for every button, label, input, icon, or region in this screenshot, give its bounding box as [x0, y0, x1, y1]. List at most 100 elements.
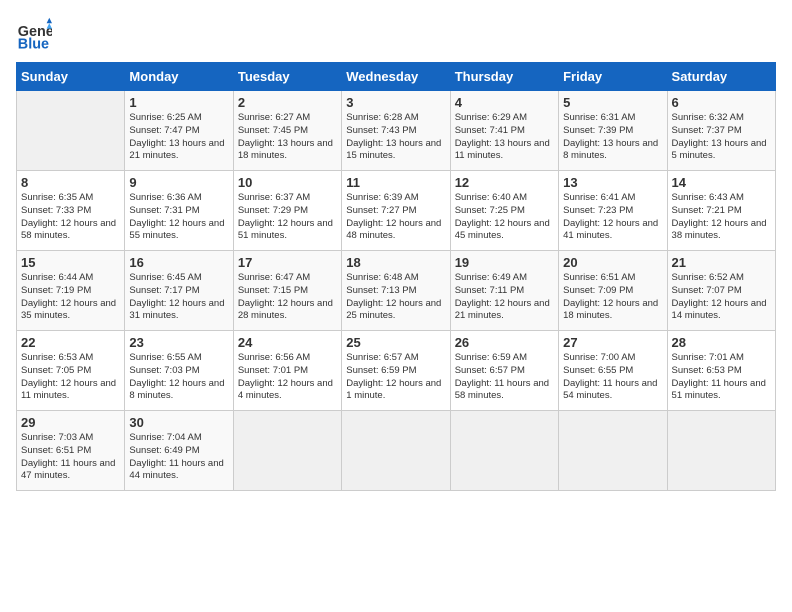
- table-row: 8 Sunrise: 6:35 AMSunset: 7:33 PMDaylight…: [17, 171, 125, 251]
- day-number: 11: [346, 175, 445, 190]
- day-number: 1: [129, 95, 228, 110]
- table-row: 25 Sunrise: 6:57 AMSunset: 6:59 PMDayligh…: [342, 331, 450, 411]
- day-number: 5: [563, 95, 662, 110]
- table-row: 16 Sunrise: 6:45 AMSunset: 7:17 PMDayligh…: [125, 251, 233, 331]
- table-row: 15 Sunrise: 6:44 AMSunset: 7:19 PMDayligh…: [17, 251, 125, 331]
- table-row: 3 Sunrise: 6:28 AMSunset: 7:43 PMDaylight…: [342, 91, 450, 171]
- logo-icon: General Blue: [16, 16, 52, 52]
- cell-text: Sunrise: 7:01 AMSunset: 6:53 PMDaylight:…: [672, 352, 766, 401]
- table-row: 13 Sunrise: 6:41 AMSunset: 7:23 PMDayligh…: [559, 171, 667, 251]
- col-header-sunday: Sunday: [17, 63, 125, 91]
- col-header-friday: Friday: [559, 63, 667, 91]
- table-row: 18 Sunrise: 6:48 AMSunset: 7:13 PMDayligh…: [342, 251, 450, 331]
- cell-text: Sunrise: 6:55 AMSunset: 7:03 PMDaylight:…: [129, 352, 224, 401]
- day-number: 18: [346, 255, 445, 270]
- calendar-table: SundayMondayTuesdayWednesdayThursdayFrid…: [16, 62, 776, 491]
- table-row: 22 Sunrise: 6:53 AMSunset: 7:05 PMDayligh…: [17, 331, 125, 411]
- day-number: 24: [238, 335, 337, 350]
- day-number: 20: [563, 255, 662, 270]
- table-row: 5 Sunrise: 6:31 AMSunset: 7:39 PMDaylight…: [559, 91, 667, 171]
- table-row: 29 Sunrise: 7:03 AMSunset: 6:51 PMDayligh…: [17, 411, 125, 491]
- table-row: 12 Sunrise: 6:40 AMSunset: 7:25 PMDayligh…: [450, 171, 558, 251]
- table-row: [342, 411, 450, 491]
- cell-text: Sunrise: 7:00 AMSunset: 6:55 PMDaylight:…: [563, 352, 657, 401]
- logo: General Blue: [16, 16, 52, 52]
- cell-text: Sunrise: 6:25 AMSunset: 7:47 PMDaylight:…: [129, 112, 224, 161]
- day-number: 16: [129, 255, 228, 270]
- cell-text: Sunrise: 6:32 AMSunset: 7:37 PMDaylight:…: [672, 112, 767, 161]
- day-number: 13: [563, 175, 662, 190]
- cell-text: Sunrise: 7:04 AMSunset: 6:49 PMDaylight:…: [129, 432, 223, 481]
- day-number: 12: [455, 175, 554, 190]
- cell-text: Sunrise: 6:49 AMSunset: 7:11 PMDaylight:…: [455, 272, 550, 321]
- day-number: 22: [21, 335, 120, 350]
- table-row: 17 Sunrise: 6:47 AMSunset: 7:15 PMDayligh…: [233, 251, 341, 331]
- day-number: 25: [346, 335, 445, 350]
- day-number: 29: [21, 415, 120, 430]
- table-row: 11 Sunrise: 6:39 AMSunset: 7:27 PMDayligh…: [342, 171, 450, 251]
- cell-text: Sunrise: 6:41 AMSunset: 7:23 PMDaylight:…: [563, 192, 658, 241]
- cell-text: Sunrise: 6:45 AMSunset: 7:17 PMDaylight:…: [129, 272, 224, 321]
- day-number: 17: [238, 255, 337, 270]
- day-number: 14: [672, 175, 771, 190]
- table-row: 19Sunrise: 6:49 AMSunset: 7:11 PMDayligh…: [450, 251, 558, 331]
- day-number: 21: [672, 255, 771, 270]
- cell-text: Sunrise: 6:44 AMSunset: 7:19 PMDaylight:…: [21, 272, 116, 321]
- cell-text: Sunrise: 6:43 AMSunset: 7:21 PMDaylight:…: [672, 192, 767, 241]
- table-row: 30 Sunrise: 7:04 AMSunset: 6:49 PMDayligh…: [125, 411, 233, 491]
- cell-text: Sunrise: 6:57 AMSunset: 6:59 PMDaylight:…: [346, 352, 441, 401]
- cell-text: Sunrise: 6:36 AMSunset: 7:31 PMDaylight:…: [129, 192, 224, 241]
- cell-text: Sunrise: 6:51 AMSunset: 7:09 PMDaylight:…: [563, 272, 658, 321]
- day-number: 30: [129, 415, 228, 430]
- day-number: 4: [455, 95, 554, 110]
- day-number: 26: [455, 335, 554, 350]
- header: General Blue: [16, 16, 776, 52]
- cell-text: Sunrise: 6:39 AMSunset: 7:27 PMDaylight:…: [346, 192, 441, 241]
- col-header-tuesday: Tuesday: [233, 63, 341, 91]
- cell-text: Sunrise: 7:03 AMSunset: 6:51 PMDaylight:…: [21, 432, 115, 481]
- table-row: [450, 411, 558, 491]
- table-row: [17, 91, 125, 171]
- cell-text: Sunrise: 6:28 AMSunset: 7:43 PMDaylight:…: [346, 112, 441, 161]
- day-number: 10: [238, 175, 337, 190]
- day-number: 2: [238, 95, 337, 110]
- cell-text: Sunrise: 6:29 AMSunset: 7:41 PMDaylight:…: [455, 112, 550, 161]
- col-header-monday: Monday: [125, 63, 233, 91]
- table-row: [233, 411, 341, 491]
- day-number: 27: [563, 335, 662, 350]
- table-row: 14 Sunrise: 6:43 AMSunset: 7:21 PMDayligh…: [667, 171, 775, 251]
- day-number: 28: [672, 335, 771, 350]
- cell-text: Sunrise: 6:56 AMSunset: 7:01 PMDaylight:…: [238, 352, 333, 401]
- table-row: [667, 411, 775, 491]
- cell-text: Sunrise: 6:48 AMSunset: 7:13 PMDaylight:…: [346, 272, 441, 321]
- table-row: 27 Sunrise: 7:00 AMSunset: 6:55 PMDayligh…: [559, 331, 667, 411]
- table-row: 24 Sunrise: 6:56 AMSunset: 7:01 PMDayligh…: [233, 331, 341, 411]
- col-header-saturday: Saturday: [667, 63, 775, 91]
- table-row: 4 Sunrise: 6:29 AMSunset: 7:41 PMDaylight…: [450, 91, 558, 171]
- table-row: 21 Sunrise: 6:52 AMSunset: 7:07 PMDayligh…: [667, 251, 775, 331]
- cell-text: Sunrise: 6:52 AMSunset: 7:07 PMDaylight:…: [672, 272, 767, 321]
- table-row: 1 Sunrise: 6:25 AMSunset: 7:47 PMDaylight…: [125, 91, 233, 171]
- table-row: 10 Sunrise: 6:37 AMSunset: 7:29 PMDayligh…: [233, 171, 341, 251]
- table-row: 2 Sunrise: 6:27 AMSunset: 7:45 PMDaylight…: [233, 91, 341, 171]
- table-row: 20 Sunrise: 6:51 AMSunset: 7:09 PMDayligh…: [559, 251, 667, 331]
- day-number: 8: [21, 175, 120, 190]
- table-row: 6 Sunrise: 6:32 AMSunset: 7:37 PMDaylight…: [667, 91, 775, 171]
- day-number: 9: [129, 175, 228, 190]
- cell-text: Sunrise: 6:47 AMSunset: 7:15 PMDaylight:…: [238, 272, 333, 321]
- table-row: [559, 411, 667, 491]
- col-header-thursday: Thursday: [450, 63, 558, 91]
- cell-text: Sunrise: 6:53 AMSunset: 7:05 PMDaylight:…: [21, 352, 116, 401]
- cell-text: Sunrise: 6:37 AMSunset: 7:29 PMDaylight:…: [238, 192, 333, 241]
- cell-text: Sunrise: 6:31 AMSunset: 7:39 PMDaylight:…: [563, 112, 658, 161]
- col-header-wednesday: Wednesday: [342, 63, 450, 91]
- day-number: 15: [21, 255, 120, 270]
- cell-text: Sunrise: 6:35 AMSunset: 7:33 PMDaylight:…: [21, 192, 116, 241]
- day-number: 6: [672, 95, 771, 110]
- cell-text: Sunrise: 6:59 AMSunset: 6:57 PMDaylight:…: [455, 352, 549, 401]
- cell-text: Sunrise: 6:27 AMSunset: 7:45 PMDaylight:…: [238, 112, 333, 161]
- table-row: 23 Sunrise: 6:55 AMSunset: 7:03 PMDayligh…: [125, 331, 233, 411]
- day-number: 3: [346, 95, 445, 110]
- cell-text: Sunrise: 6:40 AMSunset: 7:25 PMDaylight:…: [455, 192, 550, 241]
- day-number: 23: [129, 335, 228, 350]
